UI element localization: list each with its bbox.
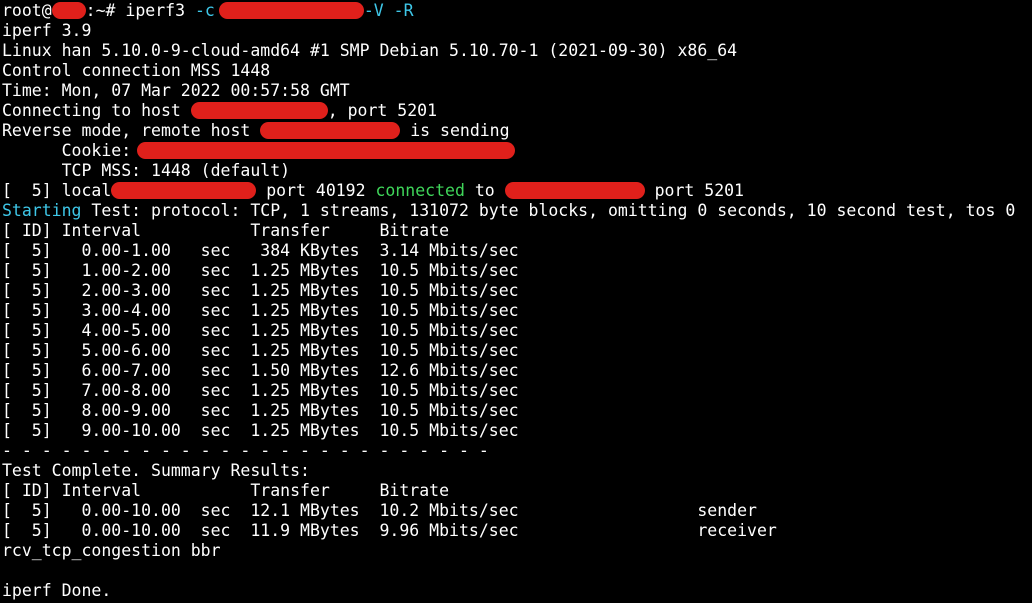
starting-line: Starting Test: protocol: TCP, 1 streams,…: [2, 201, 1032, 221]
tcp-mss-line: TCP MSS: 1448 (default): [2, 161, 291, 180]
interval-row: [ 5] 5.00-6.00 sec 1.25 MBytes 10.5 Mbit…: [2, 341, 519, 360]
reverse-suffix: is sending: [400, 121, 510, 140]
interval-row: [ 5] 1.00-2.00 sec 1.25 MBytes 10.5 Mbit…: [2, 261, 519, 280]
local-port: port 40192: [256, 181, 376, 200]
connecting-prefix: Connecting to host: [2, 101, 191, 120]
prompt-path: :~#: [85, 1, 126, 20]
control-mss: Control connection MSS 1448: [2, 61, 271, 80]
interval-row: [ 5] 8.00-9.00 sec 1.25 MBytes 10.5 Mbit…: [2, 401, 519, 420]
done-line: iperf Done.: [2, 581, 112, 600]
starting-word: Starting: [2, 201, 82, 220]
interval-row: [ 5] 0.00-1.00 sec 384 KBytes 3.14 Mbits…: [2, 241, 519, 260]
command-text: iperf3: [125, 1, 195, 20]
reverse-mode-line: Reverse mode, remote host is sending: [2, 121, 1032, 141]
system-info: Linux han 5.10.0-9-cloud-amd64 #1 SMP De…: [2, 41, 738, 60]
remote-port: port 5201: [644, 181, 744, 200]
command-flag-c: -c: [194, 1, 215, 20]
redacted-remote-host: [260, 122, 401, 139]
interval-row: [ 5] 4.00-5.00 sec 1.25 MBytes 10.5 Mbit…: [2, 321, 519, 340]
prompt-user: root@: [2, 1, 52, 20]
time-line: Time: Mon, 07 Mar 2022 00:57:58 GMT: [2, 81, 350, 100]
iperf-version: iperf 3.9: [2, 21, 92, 40]
interval-row: [ 5] 9.00-10.00 sec 1.25 MBytes 10.5 Mbi…: [2, 421, 519, 440]
redacted-local-address: [111, 182, 257, 199]
connected-label: connected: [375, 181, 465, 200]
prompt-line: root@ :~# iperf3 -c -V -R: [2, 1, 1032, 21]
interval-row: [ 5] 7.00-8.00 sec 1.25 MBytes 10.5 Mbit…: [2, 381, 519, 400]
interval-header: [ ID] Interval Transfer Bitrate: [2, 221, 450, 240]
summary-header: [ ID] Interval Transfer Bitrate: [2, 481, 450, 500]
connecting-line: Connecting to host , port 5201: [2, 101, 1032, 121]
local-prefix: [ 5] local: [2, 181, 112, 200]
local-connection-line: [ 5] local port 40192 connected to port …: [2, 181, 1032, 201]
redacted-server-address: [218, 2, 364, 19]
interval-row: [ 5] 3.00-4.00 sec 1.25 MBytes 10.5 Mbit…: [2, 301, 519, 320]
congestion-line: rcv_tcp_congestion bbr: [2, 541, 221, 560]
redacted-cookie: [137, 142, 516, 159]
terminal-window[interactable]: root@ :~# iperf3 -c -V -R iperf 3.9 Linux …: [0, 0, 1032, 603]
summary-title: Test Complete. Summary Results:: [2, 461, 310, 480]
redacted-host: [190, 102, 328, 119]
summary-row-sender: [ 5] 0.00-10.00 sec 12.1 MBytes 10.2 Mbi…: [2, 501, 757, 520]
redacted-remote-address: [504, 182, 645, 199]
starting-rest: Test: protocol: TCP, 1 streams, 131072 b…: [81, 201, 1016, 220]
to-label: to: [464, 181, 505, 200]
reverse-prefix: Reverse mode, remote host: [2, 121, 261, 140]
summary-row-receiver: [ 5] 0.00-10.00 sec 11.9 MBytes 9.96 Mbi…: [2, 521, 777, 540]
redacted-hostname: [51, 2, 86, 19]
connecting-suffix: , port 5201: [327, 101, 438, 120]
interval-row: [ 5] 6.00-7.00 sec 1.50 MBytes 12.6 Mbit…: [2, 361, 519, 380]
command-flags: -V -R: [363, 1, 414, 20]
separator-line: - - - - - - - - - - - - - - - - - - - - …: [2, 441, 489, 460]
interval-row: [ 5] 2.00-3.00 sec 1.25 MBytes 10.5 Mbit…: [2, 281, 519, 300]
cookie-label: Cookie:: [2, 141, 142, 160]
cookie-line: Cookie:: [2, 141, 1032, 161]
